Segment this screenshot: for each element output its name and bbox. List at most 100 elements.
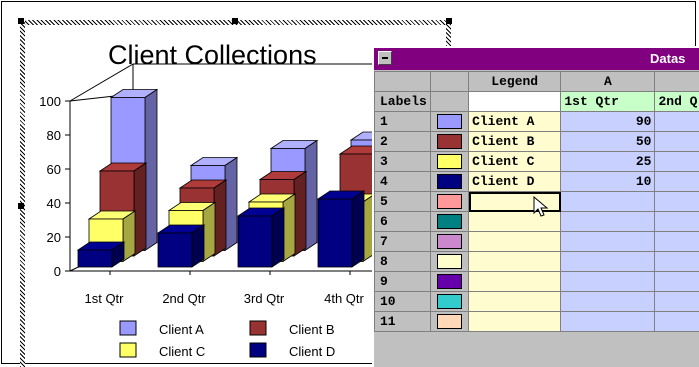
row-number[interactable]: 4 [374,171,431,192]
legend-cell[interactable]: Client B [468,131,562,152]
labels-row: Labels 1st Qtr 2nd Q [374,91,699,112]
legend-cell[interactable]: Client C [468,151,562,172]
legend-cell[interactable]: Client D [468,171,562,192]
system-menu-icon[interactable] [378,51,392,65]
labels-header[interactable]: Labels [374,91,431,112]
value-cell[interactable] [654,191,699,212]
value-cell[interactable]: 50 [560,131,656,152]
corner-cell[interactable] [374,71,431,92]
value-cell[interactable] [654,251,699,272]
series-color-cell[interactable] [429,171,470,192]
row-number[interactable]: 9 [374,271,431,292]
value-cell[interactable] [654,271,699,292]
series-color-cell[interactable] [429,251,470,272]
series-color-cell[interactable] [429,311,470,332]
value-cell[interactable] [654,151,699,172]
value-cell[interactable]: 10 [560,171,656,192]
value-cell[interactable] [654,231,699,252]
legend-cell[interactable] [468,291,562,312]
value-cell[interactable] [654,211,699,232]
row-number[interactable]: 1 [374,111,431,132]
series-color-cell[interactable] [429,211,470,232]
y-tick-label: 20 [47,230,61,245]
value-cell[interactable] [560,251,656,272]
series-color-swatch [436,254,462,270]
datasheet-row: 3 Client C 25 [374,151,699,172]
legend-header[interactable]: Legend [468,71,562,92]
datasheet-titlebar[interactable]: Datas [374,48,699,70]
series-color-cell[interactable] [429,131,470,152]
bar [77,249,113,268]
value-cell[interactable] [654,131,699,152]
legend-swatch [119,320,137,336]
bar-side [293,170,307,257]
x-tick-label: 1st Qtr [84,291,124,306]
series-color-cell[interactable] [429,231,470,252]
legend-cell[interactable] [468,271,562,292]
x-tick-label: 4th Qtr [324,291,364,306]
value-cell[interactable] [560,291,656,312]
row-number[interactable]: 2 [374,131,431,152]
series-color-swatch [436,174,462,190]
legend-label: Client B [289,322,335,337]
row-number[interactable]: 6 [374,211,431,232]
bar-side [304,139,318,252]
bar-side [144,88,158,252]
datasheet-row: 10 [374,291,699,312]
bar-side [133,162,147,257]
datasheet-row: 8 [374,251,699,272]
series-color-swatch [436,134,462,150]
bar-side [202,201,216,263]
value-cell[interactable]: 25 [560,151,656,172]
bar-side [271,207,285,268]
column-b-header[interactable] [654,71,699,92]
value-cell[interactable] [560,211,656,232]
row-number[interactable]: 3 [374,151,431,172]
bar-side [224,156,238,252]
value-cell[interactable] [654,171,699,192]
row-number[interactable]: 7 [374,231,431,252]
series-color-cell[interactable] [429,151,470,172]
value-cell[interactable] [560,191,656,212]
legend-cell[interactable]: Client A [468,111,562,132]
datasheet-title: Datas [650,51,686,66]
labels-legend-cell[interactable] [468,91,562,112]
bar-side [122,210,136,263]
column-a-header[interactable]: A [560,71,656,92]
series-color-swatch [436,154,462,170]
chart-window: 0 20 40 60 80 100 1st Qtr 2nd Qtr 3rd Qtr 4th Qtr… [0,0,699,367]
value-cell[interactable]: 90 [560,111,656,132]
series-color-cell[interactable] [429,271,470,292]
legend-cell[interactable] [468,251,562,272]
legend-swatch [249,342,267,358]
column-header-row: Legend A [374,71,699,92]
value-cell[interactable] [560,231,656,252]
series-color-cell[interactable] [429,191,470,212]
legend-swatch [249,320,267,336]
legend-cell[interactable] [468,231,562,252]
legend-label: Client A [159,322,204,337]
value-cell[interactable] [654,291,699,312]
legend-cell[interactable] [468,311,562,332]
series-color-swatch [436,114,462,130]
chart-bars [76,88,399,268]
value-cell[interactable] [654,111,699,132]
series-color-swatch [436,294,462,310]
series-color-cell[interactable] [429,111,470,132]
row-number[interactable]: 10 [374,291,431,312]
value-cell[interactable] [560,271,656,292]
bar [157,232,193,268]
value-cell[interactable] [560,311,656,332]
chart-title[interactable]: Client Collections [108,40,317,71]
row-number[interactable]: 8 [374,251,431,272]
series-color-cell[interactable] [429,291,470,312]
row-number[interactable]: 5 [374,191,431,212]
label-cell-q1[interactable]: 1st Qtr [560,91,656,112]
value-cell[interactable] [654,311,699,332]
bar-side [282,193,296,263]
x-tick-label: 3rd Qtr [244,291,285,306]
datasheet-row: 7 [374,231,699,252]
row-number[interactable]: 11 [374,311,431,332]
y-tick-label: 80 [47,128,61,143]
label-cell-q2[interactable]: 2nd Q [654,91,699,112]
